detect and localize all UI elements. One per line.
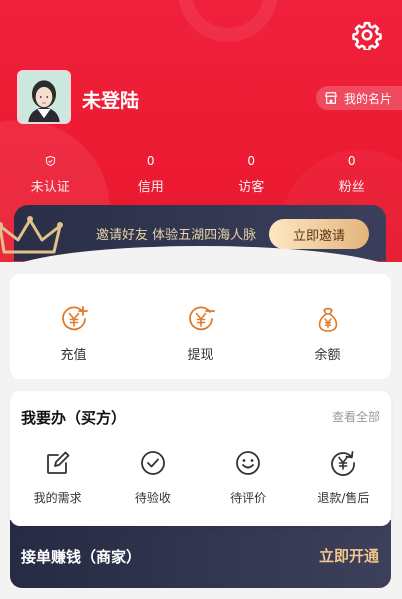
order-status-row: 我的需求 待验收 待评价 退款/售后 — [10, 449, 391, 506]
refund-aftersales-button[interactable]: 退款/售后 — [296, 449, 391, 506]
order-label: 待评价 — [230, 491, 267, 505]
buyer-section-title: 我要办（买方） — [21, 409, 127, 427]
stat-value: 0 — [347, 154, 356, 168]
shield-icon — [45, 155, 55, 167]
view-all-link[interactable]: 查看全部 — [332, 408, 380, 425]
my-card-label: 我的名片 — [343, 91, 392, 106]
merchant-title: 接单赚钱（商家） — [21, 548, 142, 566]
stat-fans[interactable]: 0 粉丝 — [302, 152, 402, 195]
yuan-minus-icon — [188, 306, 215, 331]
wallet-label: 提现 — [187, 348, 214, 363]
activate-merchant-button[interactable]: 立即开通 — [319, 545, 379, 566]
stat-label: 粉丝 — [338, 180, 365, 195]
edit-icon — [46, 451, 70, 474]
order-label: 待验收 — [134, 491, 171, 505]
gear-icon[interactable] — [352, 20, 382, 50]
refund-icon — [331, 451, 356, 476]
balance-button[interactable]: 余额 — [264, 274, 391, 379]
stat-label: 访客 — [238, 180, 265, 195]
avatar[interactable] — [17, 70, 71, 124]
stat-visitors[interactable]: 0 访客 — [201, 152, 302, 195]
order-label: 退款/售后 — [317, 491, 370, 505]
decor-ring — [178, 0, 278, 42]
invite-text: 邀请好友 体验五湖四海人脉 — [96, 228, 257, 243]
pending-review-button[interactable]: 待评价 — [201, 449, 296, 506]
stat-credit[interactable]: 0 信用 — [101, 152, 202, 195]
stat-value: 0 — [146, 154, 155, 168]
money-bag-icon — [318, 307, 337, 332]
yuan-plus-icon — [61, 306, 88, 331]
wallet-panel: 充值 提现 余额 — [10, 274, 391, 379]
my-card-button[interactable]: 我的名片 — [315, 86, 402, 110]
stat-label: 信用 — [137, 180, 164, 195]
recharge-button[interactable]: 充值 — [10, 274, 137, 379]
avatar-illustration — [19, 72, 69, 122]
stat-value: 0 — [247, 154, 256, 168]
wallet-label: 余额 — [314, 348, 341, 363]
storefront-icon — [324, 92, 338, 104]
stat-label: 未认证 — [30, 180, 70, 195]
order-label: 我的需求 — [33, 491, 82, 505]
buyer-orders-card: 我要办（买方） 查看全部 我的需求 待验收 待评价 退款/售后 — [10, 391, 391, 526]
invite-button[interactable]: 立即邀请 — [269, 219, 369, 249]
merchant-banner: 接单赚钱（商家） 立即开通 — [10, 520, 391, 588]
check-circle-icon — [140, 451, 165, 475]
smile-icon — [236, 451, 261, 475]
stat-verification[interactable]: 未认证 — [0, 152, 101, 195]
pending-acceptance-button[interactable]: 待验收 — [105, 449, 200, 506]
wallet-label: 充值 — [60, 348, 87, 363]
withdraw-button[interactable]: 提现 — [137, 274, 264, 379]
my-demands-button[interactable]: 我的需求 — [10, 449, 105, 506]
stats-row: 未认证 0 信用 0 访客 0 粉丝 — [0, 152, 402, 195]
username[interactable]: 未登陆 — [82, 86, 139, 113]
